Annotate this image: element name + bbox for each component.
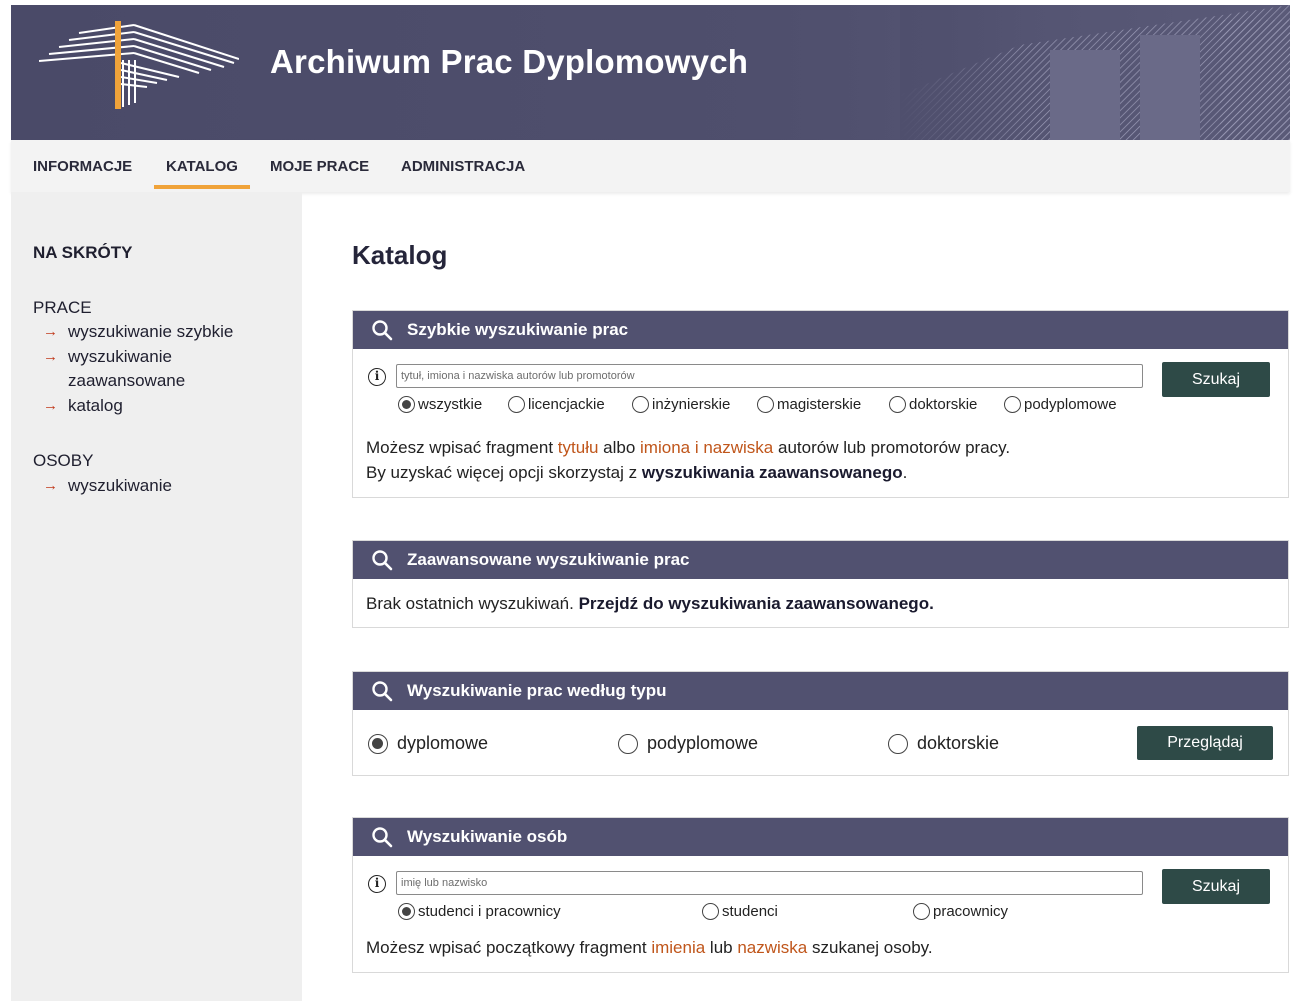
- radio-students[interactable]: studenci: [702, 903, 778, 920]
- people-search-help-text: Możesz wpisać początkowy fragment imieni…: [366, 938, 933, 957]
- sidebar-group-prace: PRACE: [33, 298, 92, 317]
- university-logo-icon[interactable]: [39, 15, 239, 111]
- building-background-image: [900, 5, 1290, 140]
- radio-staff[interactable]: pracownicy: [913, 903, 1008, 920]
- nav-item-informacje[interactable]: INFORMACJE: [33, 158, 132, 175]
- radio-licencjackie[interactable]: licencjackie: [508, 396, 605, 413]
- arrow-right-icon: →: [43, 348, 58, 365]
- radio-magisterskie[interactable]: magisterskie: [757, 396, 861, 413]
- panel-title: Szybkie wyszukiwanie prac: [407, 320, 629, 339]
- main-navigation: INFORMACJE KATALOG MOJE PRACE ADMINISTRA…: [11, 140, 1290, 192]
- radio-inzynierskie[interactable]: inżynierskie: [632, 396, 730, 413]
- radio-podyplomowe[interactable]: podyplomowe: [1004, 396, 1117, 413]
- sidebar-group-osoby: OSOBY: [33, 451, 94, 470]
- sidebar-link-people-search[interactable]: → wyszukiwanie: [33, 474, 268, 498]
- sidebar: NA SKRÓTY PRACE → wyszukiwanie szybkie →…: [11, 192, 302, 1001]
- panel-title: Wyszukiwanie prac według typu: [407, 681, 667, 700]
- radio-type-doktorskie[interactable]: doktorskie: [888, 733, 999, 754]
- panel-header: Szybkie wyszukiwanie prac: [353, 311, 1288, 349]
- site-title: Archiwum Prac Dyplomowych: [270, 43, 749, 80]
- arrow-right-icon: →: [43, 397, 58, 414]
- nav-item-katalog[interactable]: KATALOG: [154, 158, 250, 189]
- people-search-panel: Wyszukiwanie osób i Szukaj studenci i pr…: [352, 817, 1289, 973]
- advanced-search-link[interactable]: wyszukiwania zaawansowanego: [642, 463, 903, 482]
- quick-search-input[interactable]: [396, 364, 1143, 388]
- nav-item-administracja[interactable]: ADMINISTRACJA: [401, 158, 525, 175]
- quick-search-button[interactable]: Szukaj: [1162, 362, 1270, 397]
- info-icon[interactable]: i: [368, 875, 386, 893]
- panel-header: Wyszukiwanie osób: [353, 818, 1288, 856]
- radio-doktorskie[interactable]: doktorskie: [889, 396, 977, 413]
- panel-header: Wyszukiwanie prac według typu: [353, 672, 1288, 710]
- radio-dyplomowe[interactable]: dyplomowe: [368, 733, 488, 754]
- search-icon: [372, 827, 393, 848]
- panel-title: Zaawansowane wyszukiwanie prac: [407, 550, 690, 569]
- info-icon[interactable]: i: [368, 368, 386, 386]
- nav-item-moje-prace[interactable]: MOJE PRACE: [270, 158, 369, 175]
- search-by-type-panel: Wyszukiwanie prac według typu dyplomowe …: [352, 671, 1289, 776]
- go-to-advanced-search-link[interactable]: Przejdź do wyszukiwania zaawansowanego.: [579, 594, 934, 613]
- arrow-right-icon: →: [43, 477, 58, 494]
- radio-type-podyplomowe[interactable]: podyplomowe: [618, 733, 758, 754]
- search-icon: [372, 320, 393, 341]
- quick-search-panel: Szybkie wyszukiwanie prac i Szukaj wszys…: [352, 310, 1289, 498]
- panel-title: Wyszukiwanie osób: [407, 827, 568, 846]
- panel-header: Zaawansowane wyszukiwanie prac: [353, 541, 1288, 579]
- sidebar-link-advanced-search[interactable]: → wyszukiwanie zaawansowane: [33, 345, 218, 393]
- page-title: Katalog: [352, 240, 448, 270]
- radio-wszystkie[interactable]: wszystkie: [398, 396, 482, 413]
- people-search-input[interactable]: [396, 871, 1143, 895]
- sidebar-link-catalog[interactable]: → katalog: [33, 394, 268, 418]
- quick-search-help-text: Możesz wpisać fragment tytułu albo imion…: [366, 438, 1011, 457]
- search-icon: [372, 681, 393, 702]
- site-header: Archiwum Prac Dyplomowych: [11, 5, 1290, 140]
- arrow-right-icon: →: [43, 323, 58, 340]
- sidebar-title: NA SKRÓTY: [33, 243, 133, 262]
- sidebar-link-quick-search[interactable]: → wyszukiwanie szybkie: [33, 320, 268, 344]
- people-search-button[interactable]: Szukaj: [1162, 869, 1270, 904]
- advanced-search-text: Brak ostatnich wyszukiwań. Przejdź do wy…: [366, 594, 934, 613]
- search-icon: [372, 550, 393, 571]
- advanced-search-panel: Zaawansowane wyszukiwanie prac Brak osta…: [352, 540, 1289, 628]
- browse-button[interactable]: Przeglądaj: [1137, 726, 1273, 760]
- quick-search-advanced-hint: By uzyskać więcej opcji skorzystaj z wys…: [366, 463, 908, 482]
- radio-students-and-staff[interactable]: studenci i pracownicy: [398, 903, 561, 920]
